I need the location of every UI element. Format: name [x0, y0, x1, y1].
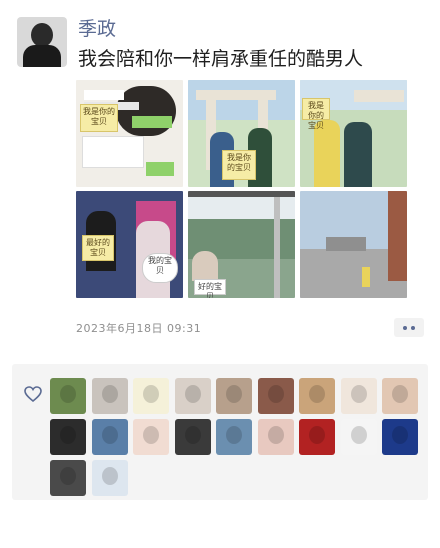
liker-avatar-face [101, 426, 118, 444]
liker-avatar[interactable] [91, 378, 128, 414]
sign-4: 最好的宝贝 [82, 235, 114, 261]
liker-avatar[interactable] [91, 419, 128, 455]
liker-avatar-face [392, 426, 408, 444]
liker-avatar[interactable] [257, 419, 294, 455]
liker-avatar-face [226, 385, 242, 403]
post-photo-4[interactable]: 最好的宝贝 我的宝贝 [76, 191, 183, 298]
user-name[interactable]: 季政 [78, 14, 116, 41]
heart-outline-icon [24, 386, 42, 402]
liker-avatar[interactable] [50, 460, 86, 496]
post-photo-3[interactable]: 我是你的宝贝 [300, 80, 407, 187]
post-photo-6[interactable] [300, 191, 407, 298]
liker-avatar-face [101, 385, 118, 403]
sign-1: 我是你的宝贝 [80, 104, 118, 132]
liker-avatar[interactable] [216, 419, 252, 455]
liker-avatar[interactable] [91, 460, 128, 496]
ellipsis-icon-dot [411, 325, 415, 330]
liker-avatar[interactable] [50, 378, 86, 414]
post-photo-2[interactable]: 我是你的宝贝 [188, 80, 295, 187]
liker-avatar-face [267, 426, 284, 444]
sign-3: 我是你的宝贝 [302, 98, 330, 130]
liker-avatar-face [392, 385, 408, 403]
ellipsis-icon [403, 325, 407, 330]
liker-avatar[interactable] [299, 419, 335, 455]
liker-avatar[interactable] [174, 378, 211, 414]
user-avatar[interactable] [17, 17, 67, 67]
liker-avatar[interactable] [133, 419, 169, 455]
liker-avatar[interactable] [382, 419, 418, 455]
liker-avatar-face [184, 385, 201, 403]
liker-avatar-face [60, 467, 76, 485]
liker-avatar-face [309, 426, 325, 444]
liker-avatar-face [101, 467, 118, 485]
sign-2: 我是你的宝贝 [222, 150, 256, 180]
liker-avatar[interactable] [340, 378, 377, 414]
liker-avatar-face [143, 426, 159, 444]
liker-avatar-face [226, 426, 242, 444]
liker-avatar[interactable] [50, 419, 86, 455]
liker-avatar-face [350, 426, 367, 444]
post-photo-5[interactable]: 好的宝贝 [188, 191, 295, 298]
liker-avatar[interactable] [133, 378, 169, 414]
liker-avatar-face [267, 385, 284, 403]
liker-avatar[interactable] [257, 378, 294, 414]
liker-avatar-face [60, 426, 76, 444]
liker-avatar[interactable] [299, 378, 335, 414]
sign-6: 好的宝贝 [194, 279, 226, 298]
liker-avatar-face [143, 385, 159, 403]
avatar-head [31, 23, 53, 47]
liker-avatar-face [184, 426, 201, 444]
liker-avatar[interactable] [216, 378, 252, 414]
liker-avatar-face [309, 385, 325, 403]
liker-avatar[interactable] [382, 378, 418, 414]
moments-post: 季政 我会陪和你一样肩承重任的酷男人 我是你的宝贝 我是你的宝贝 我是你的宝贝 … [0, 0, 440, 548]
post-timestamp: 2023年6月18日 09:31 [76, 322, 202, 335]
liker-avatar-face [60, 385, 76, 403]
avatar-body [23, 45, 61, 67]
liker-avatar[interactable] [174, 419, 211, 455]
liker-avatar[interactable] [340, 419, 377, 455]
post-text: 我会陪和你一样肩承重任的酷男人 [78, 48, 364, 70]
more-actions-button[interactable] [394, 318, 424, 337]
sign-5: 我的宝贝 [142, 253, 178, 283]
post-photo-1[interactable]: 我是你的宝贝 [76, 80, 183, 187]
liker-avatar-face [350, 385, 367, 403]
